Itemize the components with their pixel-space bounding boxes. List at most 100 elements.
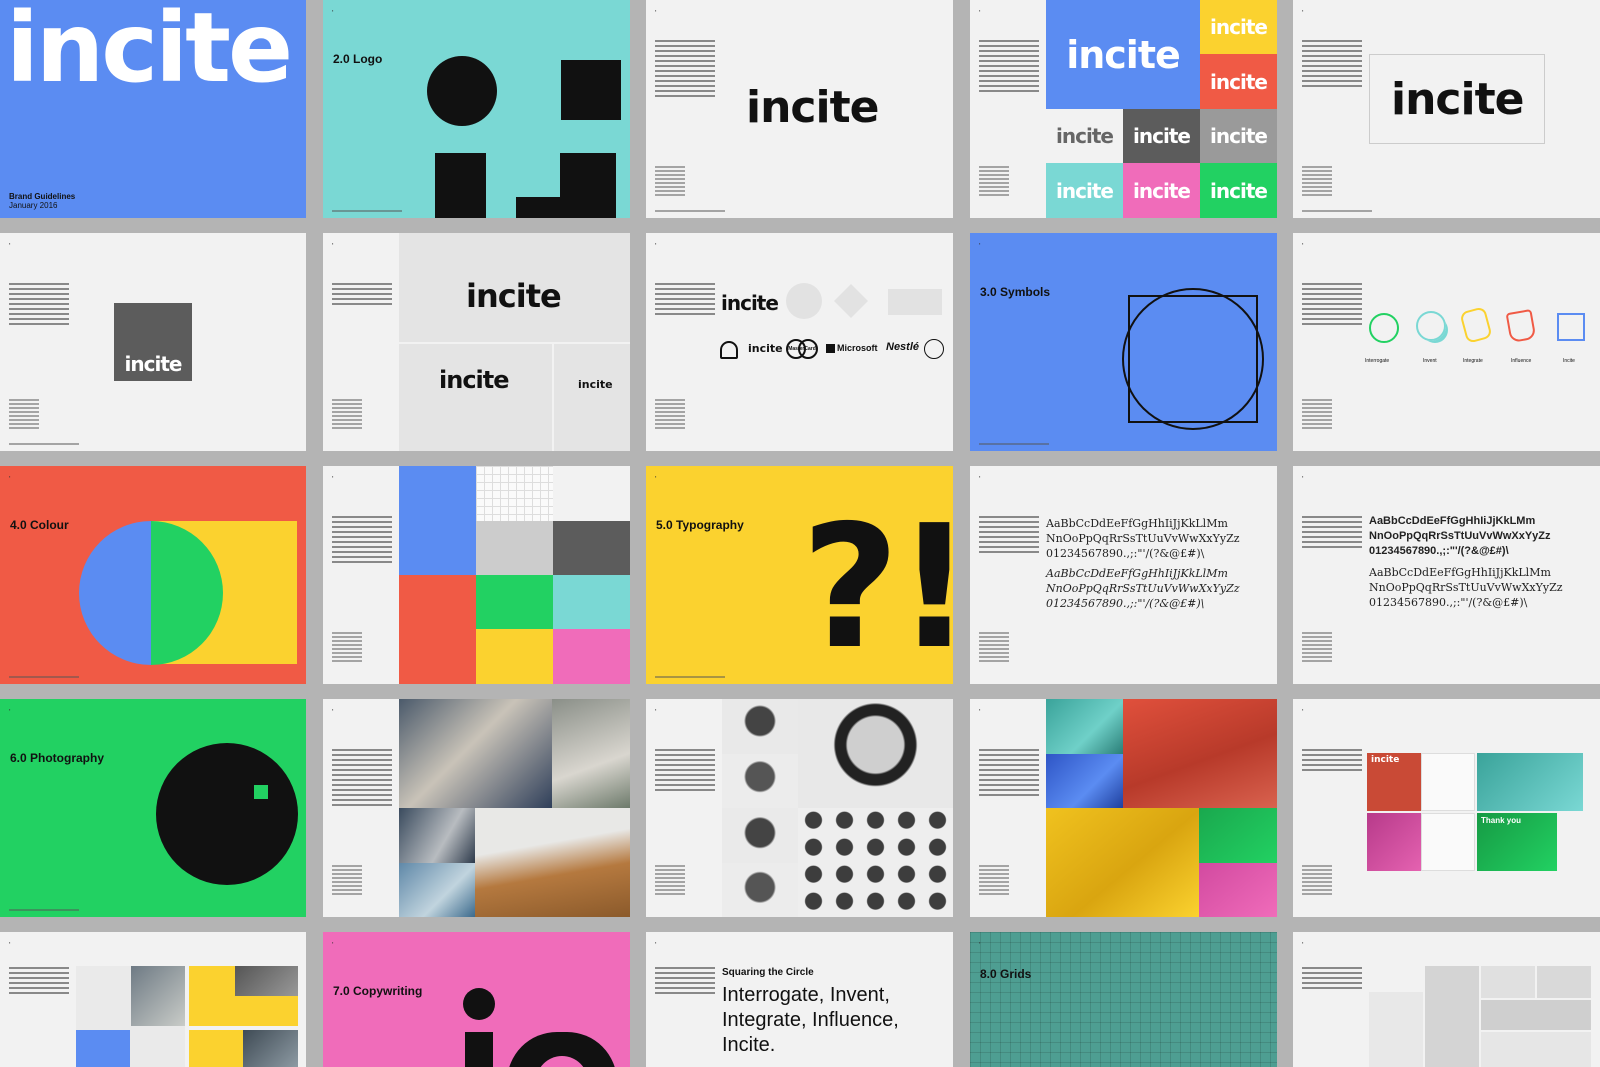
table-of-contents — [9, 399, 39, 431]
slide-footer — [9, 909, 79, 911]
slide-photography-style[interactable]: ▪ — [323, 699, 630, 917]
slide-footer — [9, 443, 79, 445]
logo-tile-dark: incite — [1123, 109, 1200, 163]
table-of-contents — [979, 632, 1009, 664]
slide-header: ▪ — [1302, 241, 1304, 246]
slide-photography-section[interactable]: ▪ 6.0 Photography — [0, 699, 306, 917]
section-title: 7.0 Copywriting — [333, 984, 423, 998]
body-copy — [1302, 749, 1362, 774]
copy-line-3: Incite. — [722, 1034, 776, 1056]
table-of-contents — [332, 399, 362, 431]
logo-block: incite — [114, 303, 192, 381]
portrait-grid — [798, 808, 953, 917]
slide-header: ▪ — [979, 707, 981, 712]
slide-header: ▪ — [979, 940, 981, 945]
slide-symbols[interactable]: ▪ Interrogate Invent Integrate Influence… — [1293, 233, 1600, 451]
symbol-label-incite: Incite — [1563, 358, 1575, 364]
logo-tile-white: incite — [1046, 109, 1123, 163]
slide-header: ▪ — [332, 940, 334, 945]
bar-shape — [435, 153, 486, 218]
body-copy — [332, 283, 392, 308]
photo-teal-tint — [1046, 699, 1123, 754]
slide-co-branding[interactable]: ▪ incite incite MasterCard Microsoft Nes… — [646, 233, 953, 451]
body-copy — [332, 749, 392, 809]
logo-tile-red: incite — [1200, 54, 1277, 109]
symbol-invent-icon — [1416, 311, 1446, 341]
body-copy — [1302, 967, 1362, 992]
logo-tile-pink: incite — [1123, 163, 1200, 218]
layout-photo-2 — [235, 966, 298, 996]
slide-typography-section[interactable]: ▪ 5.0 Typography ?! — [646, 466, 953, 684]
table-of-contents — [1302, 865, 1332, 897]
blue-half-circle — [79, 521, 151, 665]
copy-small-title: Squaring the Circle — [722, 967, 814, 978]
table-of-contents — [1302, 632, 1332, 664]
grid-block-2 — [1425, 966, 1479, 1067]
slide-header: ▪ — [979, 241, 981, 246]
partner-logo-incite: incite — [748, 342, 783, 355]
grid-block-4 — [1481, 1000, 1591, 1030]
slide-header: ▪ — [979, 8, 981, 13]
portrait-3 — [722, 808, 798, 863]
table-of-contents — [655, 399, 685, 431]
body-copy — [9, 283, 69, 328]
portrait-2 — [722, 754, 798, 808]
symbol-incite-icon — [1557, 313, 1585, 341]
slide-header: ▪ — [332, 707, 334, 712]
slide-header: ▪ — [1302, 707, 1304, 712]
swatch-red — [399, 575, 476, 684]
slide-squaring-circle[interactable]: ▪ Squaring the Circle Interrogate, Inven… — [646, 932, 953, 1067]
slide-header: ▪ — [332, 241, 334, 246]
slide-photography-colour[interactable]: ▪ — [970, 699, 1277, 917]
slide-photography-layouts[interactable]: ▪ — [0, 932, 306, 1067]
slide-footer — [1302, 210, 1372, 212]
slide-palette[interactable]: ▪ — [323, 466, 630, 684]
slide-photography-applications[interactable]: ▪ incite Thank you — [1293, 699, 1600, 917]
black-circle-shape — [156, 743, 298, 885]
slide-cover[interactable]: incite Brand Guidelines January 2016 — [0, 0, 306, 218]
swatch-green — [476, 575, 553, 629]
slide-photography-portraits[interactable]: ▪ — [646, 699, 953, 917]
slide-logo-colours[interactable]: ▪ incite incite incite incite incite inc… — [970, 0, 1277, 218]
section-title: 2.0 Logo — [333, 52, 383, 66]
slide-typeface-body[interactable]: ▪ AaBbCcDdEeFfGgHhIiJjKkLlMm NnOoPpQqRrS… — [970, 466, 1277, 684]
slide-header: ▪ — [9, 707, 11, 712]
symbol-label-influence: Influence — [1511, 358, 1532, 364]
logo-large: incite — [466, 277, 562, 315]
photo-laptop-table — [475, 808, 630, 917]
slide-footer — [655, 210, 725, 212]
slide-master-logo[interactable]: ▪ incite — [646, 0, 953, 218]
slide-grids-section[interactable]: ▪ 8.0 Grids — [970, 932, 1277, 1067]
partner-logo-microsoft: Microsoft — [837, 343, 878, 353]
application-tag-incite: incite — [1371, 755, 1400, 765]
logo-tile-teal: incite — [1046, 163, 1123, 218]
grid-block-6 — [1481, 1032, 1591, 1067]
application-card-white-2 — [1421, 813, 1475, 871]
portrait-large — [798, 699, 953, 808]
slide-logo-section[interactable]: ▪ 2.0 Logo — [323, 0, 630, 218]
slide-typeface-system[interactable]: ▪ AaBbCcDdEeFfGgHhIiJjKkLMm NnOoPpQqRrSs… — [1293, 466, 1600, 684]
slide-header: ▪ — [9, 940, 11, 945]
table-of-contents — [655, 166, 685, 198]
slide-grid-layouts[interactable]: ▪ — [1293, 932, 1600, 1067]
photo-people-laptops — [399, 699, 552, 808]
slide-logo-specification[interactable]: ▪ incite — [0, 233, 306, 451]
grid-block-1 — [1369, 992, 1423, 1067]
partner-logo-mastercard: MasterCard — [788, 346, 816, 352]
slide-colour-section[interactable]: ▪ 4.0 Colour — [0, 466, 306, 684]
slide-logo-sizes[interactable]: ▪ incite incite incite — [323, 233, 630, 451]
table-of-contents — [655, 865, 685, 897]
body-copy — [1302, 40, 1362, 90]
photo-hands-watch — [399, 808, 475, 863]
slide-header: ▪ — [1302, 474, 1304, 479]
slide-logo-clearspace[interactable]: ▪ incite — [1293, 0, 1600, 218]
swatch-white-grid — [476, 466, 553, 521]
grid-block-3 — [1481, 966, 1535, 998]
application-card-teal — [1477, 753, 1583, 811]
slide-copywriting-section[interactable]: ▪ 7.0 Copywriting — [323, 932, 630, 1067]
slide-symbols-section[interactable]: ▪ 3.0 Symbols — [970, 233, 1277, 451]
logo-tile-yellow: incite — [1200, 0, 1277, 54]
bayer-logo-icon — [924, 339, 944, 359]
photo-water — [399, 863, 475, 917]
slide-header: ▪ — [9, 474, 11, 479]
